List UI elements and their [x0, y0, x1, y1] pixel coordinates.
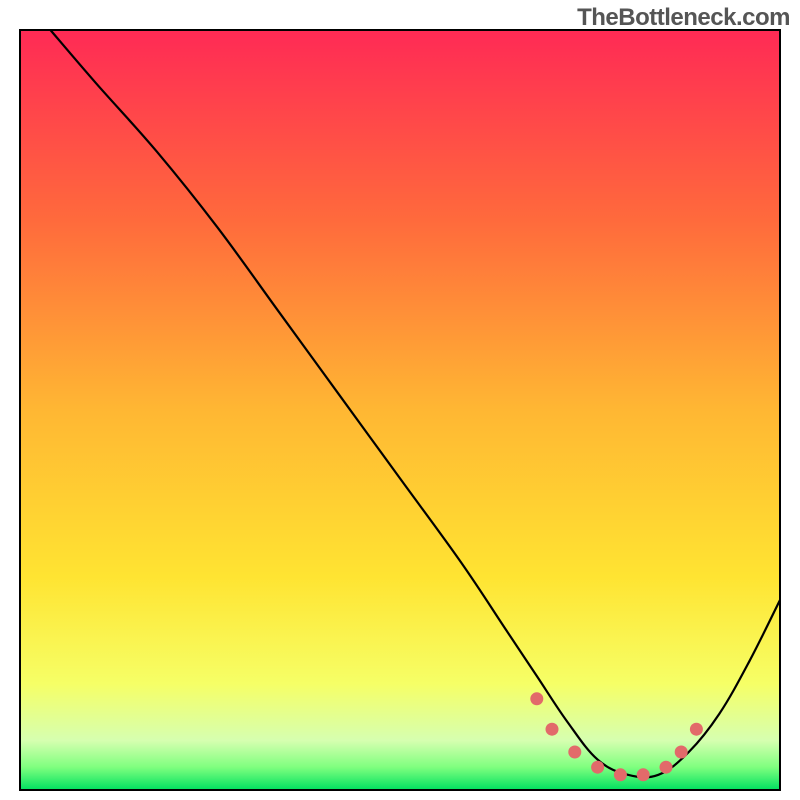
- chart-container: TheBottleneck.com: [0, 0, 800, 800]
- bottleneck-chart: [0, 0, 800, 800]
- trough-dot: [614, 768, 627, 781]
- trough-dot: [637, 768, 650, 781]
- trough-dot: [530, 692, 543, 705]
- watermark-text: TheBottleneck.com: [577, 4, 790, 32]
- trough-dot: [690, 723, 703, 736]
- trough-dot: [591, 761, 604, 774]
- trough-dot: [568, 746, 581, 759]
- trough-dot: [546, 723, 559, 736]
- trough-dot: [660, 761, 673, 774]
- trough-dot: [675, 746, 688, 759]
- plot-background: [20, 30, 780, 790]
